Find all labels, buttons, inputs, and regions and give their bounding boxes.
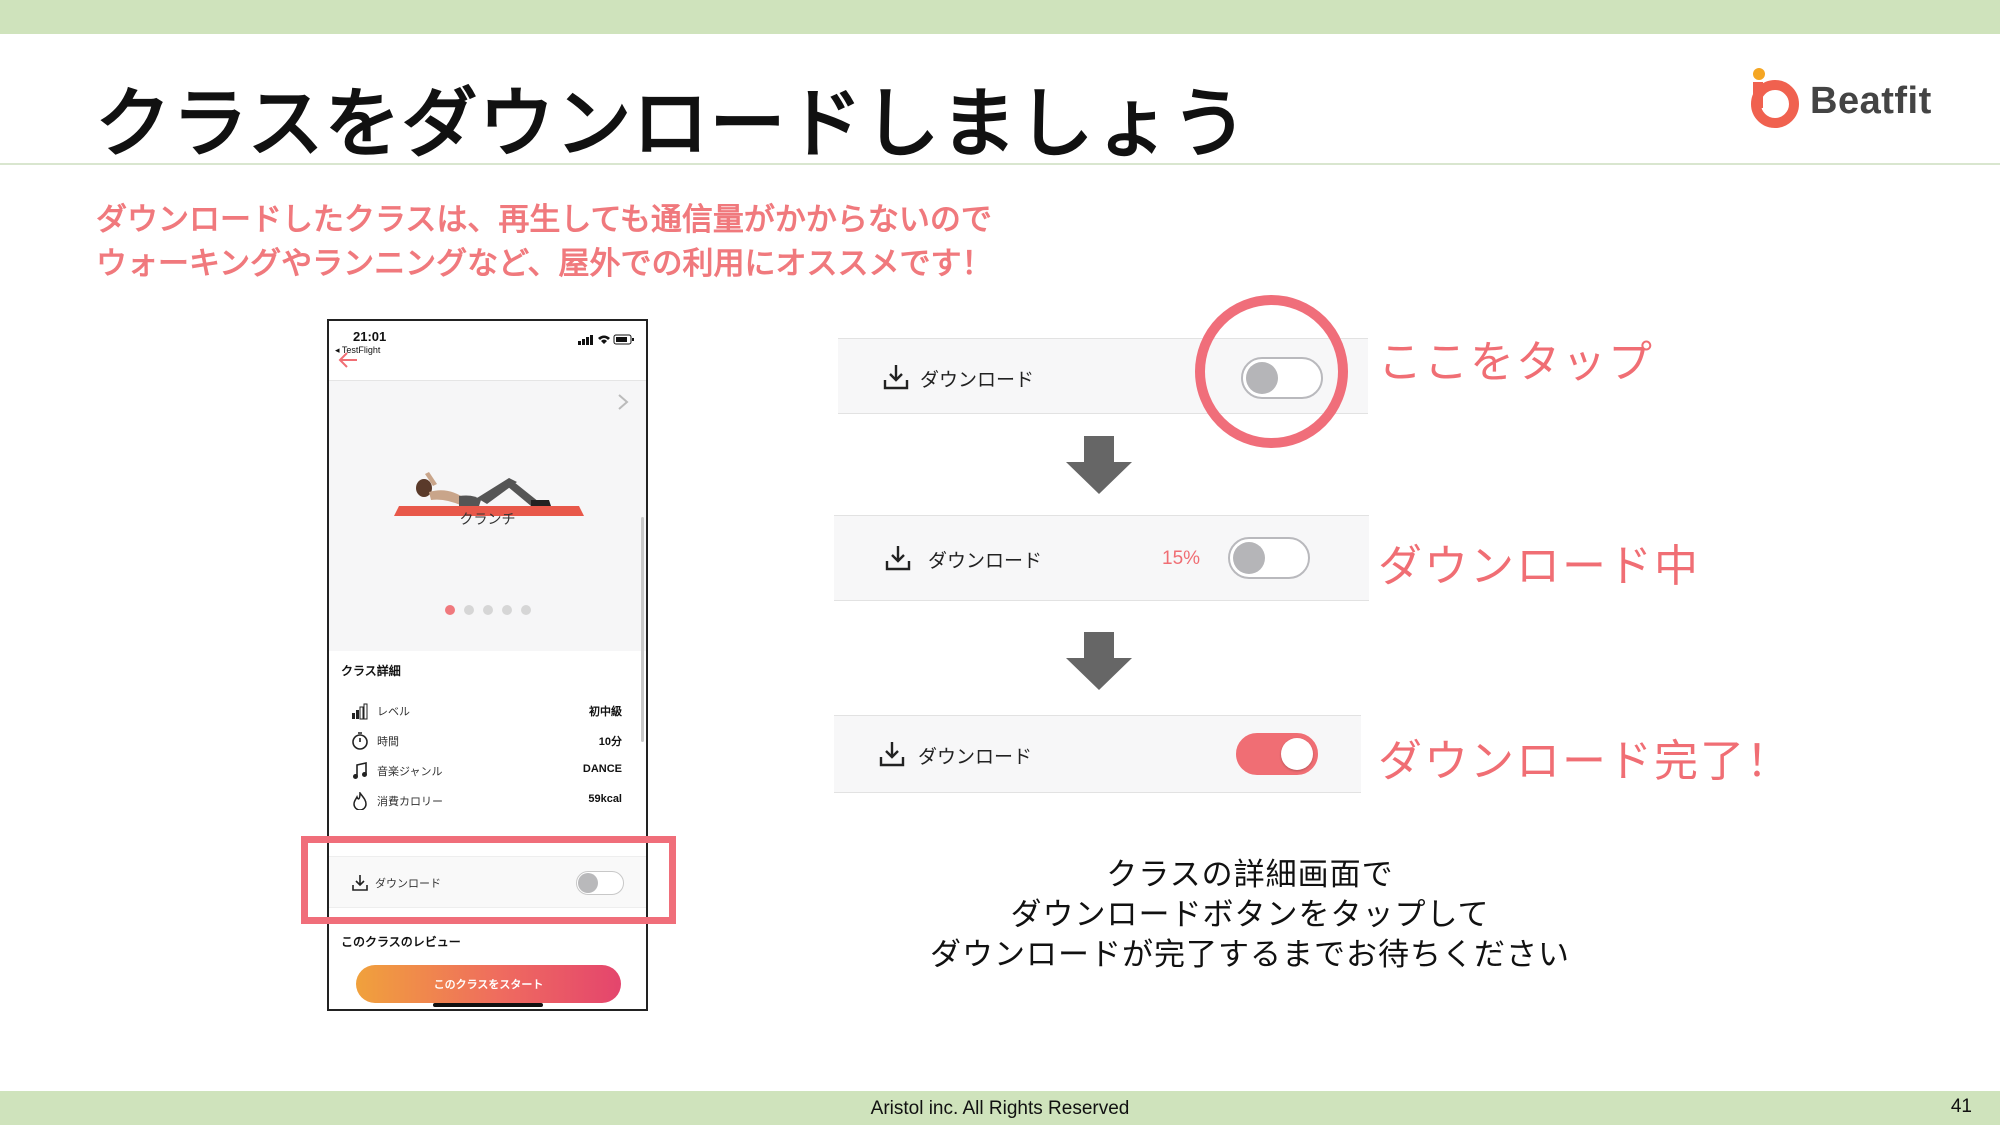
start-class-button[interactable]: このクラスをスタート [356,965,621,1003]
flame-icon [353,792,367,810]
detail-row-level: レベル 初中級 [329,699,646,723]
instruction-line-1: クラスの詳細画面で [1106,857,1394,893]
carousel-dot[interactable] [520,605,531,615]
carousel-dot[interactable] [463,605,474,615]
title-divider [0,163,2000,165]
download-toggle[interactable] [1228,537,1310,579]
detail-value: 10分 [598,736,622,748]
subtitle-line-1: ダウンロードしたクラスは、再生しても通信量がかからないので [96,202,992,238]
step2-download-row: ダウンロード 15% [834,515,1369,601]
step3-download-row: ダウンロード [834,715,1361,793]
detail-row-time: 時間 10分 [329,729,646,753]
detail-value: DANCE [582,763,622,775]
carousel-dot[interactable] [482,605,493,615]
download-percent: 15% [1162,548,1201,569]
step1-caption: ここをタップ [1378,337,1654,388]
beatfit-logo-icon [1751,68,1799,128]
logo-text: Beatfit [1810,80,1932,122]
detail-value: 59kcal [588,793,622,805]
down-arrow-icon [1066,436,1132,494]
music-note-icon [353,762,367,779]
step3-caption: ダウンロード完了！ [1378,736,1792,787]
toggle-knob [1233,542,1265,574]
detail-value: 初中級 [589,706,622,718]
top-band [0,0,2000,34]
home-indicator [433,1003,543,1007]
instruction-line-3: ダウンロードが完了するまでお待ちください [930,937,1570,973]
down-arrow-icon [1066,632,1132,690]
page-number: 41 [1950,1096,1972,1117]
exercise-carousel[interactable]: クランチ [329,381,646,651]
status-time: 21:01 [353,329,387,344]
review-section-title: このクラスのレビュー [341,935,461,949]
download-icon [879,742,905,767]
subtitle: ダウンロードしたクラスは、再生しても通信量がかからないので ウォーキングやランニ… [96,198,993,286]
timer-icon [352,732,368,750]
crunch-exercise-illustration [394,472,584,516]
download-label: ダウンロード [928,550,1043,572]
beatfit-logo: Beatfit [1748,66,1958,130]
instruction-line-2: ダウンロードボタンをタップして [1010,897,1490,933]
carousel-dot[interactable] [501,605,512,615]
toggle-knob [1281,738,1313,770]
instructions: クラスの詳細画面で ダウンロードボタンをタップして ダウンロードが完了するまでお… [860,855,1640,975]
detail-label: 消費カロリー [377,795,443,808]
download-icon [885,546,911,571]
download-icon [883,365,909,390]
detail-label: 音楽ジャンル [377,765,443,778]
detail-label: レベル [377,705,410,718]
download-toggle[interactable] [1236,733,1318,775]
footer-copyright: Aristol inc. All Rights Reserved [870,1098,1130,1119]
carousel-dots [329,605,646,615]
detail-row-calories: 消費カロリー 59kcal [329,789,646,813]
exercise-name: クランチ [459,512,516,528]
status-icons [578,334,634,345]
class-details-title: クラス詳細 [341,664,401,678]
level-bars-icon [352,703,368,720]
download-label: ダウンロード [918,746,1033,768]
download-highlight-box [301,836,676,924]
tap-highlight-circle [1195,295,1348,448]
carousel-dot[interactable] [444,605,455,615]
subtitle-line-2: ウォーキングやランニングなど、屋外での利用にオススメです！ [96,246,993,282]
back-arrow-icon[interactable] [337,351,359,369]
detail-label: 時間 [377,735,399,748]
detail-row-music: 音楽ジャンル DANCE [329,759,646,783]
chevron-right-icon[interactable] [616,393,630,411]
slide-title: クラスをダウンロードしましょう [95,79,1249,168]
download-label: ダウンロード [920,369,1035,391]
step2-caption: ダウンロード中 [1378,541,1700,592]
